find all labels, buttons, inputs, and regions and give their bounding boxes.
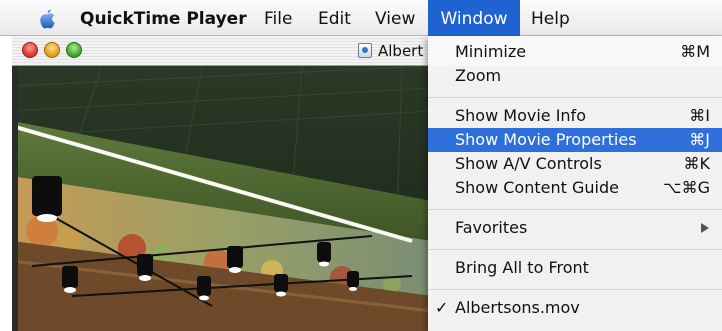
menu-item-shortcut: ⌘J: [689, 130, 710, 149]
menu-item-shortcut: ⌥⌘G: [663, 178, 710, 197]
menu-item-label: Show A/V Controls: [455, 154, 602, 173]
menu-item-label: Albertsons.mov: [455, 298, 580, 317]
close-button[interactable]: [22, 42, 38, 58]
window-menu-dropdown: Minimize ⌘M Zoom Show Movie Info ⌘I Show…: [428, 36, 722, 331]
menu-item-label: Show Movie Properties: [455, 130, 637, 149]
menu-item-label: Zoom: [455, 66, 502, 85]
menu-item-label: Show Content Guide: [455, 178, 619, 197]
menu-item-show-movie-info[interactable]: Show Movie Info ⌘I: [428, 104, 722, 128]
window-title: Albert: [378, 42, 424, 60]
menu-item-label: Show Movie Info: [455, 106, 586, 125]
submenu-arrow-icon: [701, 223, 709, 233]
menu-item-bring-all-to-front[interactable]: Bring All to Front: [428, 256, 722, 280]
menu-item-shortcut: ⌘I: [689, 106, 710, 125]
checkmark-icon: ✓: [435, 298, 449, 317]
menu-item-albertsons-mov[interactable]: ✓ Albertsons.mov: [428, 296, 722, 320]
file-menu[interactable]: File: [264, 0, 292, 36]
help-menu[interactable]: Help: [531, 0, 570, 36]
edit-menu[interactable]: Edit: [318, 0, 351, 36]
apple-icon[interactable]: [36, 8, 58, 30]
document-proxy-icon[interactable]: [358, 43, 372, 58]
menu-item-label: Minimize: [455, 42, 527, 61]
menu-item-minimize[interactable]: Minimize ⌘M: [428, 40, 722, 64]
menu-item-zoom[interactable]: Zoom: [428, 64, 722, 88]
menu-item-label: Favorites: [455, 218, 528, 237]
app-name-menu[interactable]: QuickTime Player: [80, 0, 247, 36]
menu-bar: QuickTime Player File Edit View Window H…: [0, 0, 722, 36]
view-menu[interactable]: View: [375, 0, 415, 36]
menu-separator: [428, 249, 722, 250]
menu-item-favorites[interactable]: Favorites: [428, 216, 722, 240]
menu-item-show-content-guide[interactable]: Show Content Guide ⌥⌘G: [428, 176, 722, 200]
menu-separator: [428, 289, 722, 290]
menu-item-label: Bring All to Front: [455, 258, 589, 277]
zoom-button[interactable]: [66, 42, 82, 58]
menu-item-show-av-controls[interactable]: Show A/V Controls ⌘K: [428, 152, 722, 176]
menu-separator: [428, 97, 722, 98]
menu-separator: [428, 209, 722, 210]
menu-item-shortcut: ⌘M: [680, 42, 710, 61]
menu-item-shortcut: ⌘K: [683, 154, 711, 173]
window-menu-title[interactable]: Window: [428, 0, 520, 36]
minimize-button[interactable]: [44, 42, 60, 58]
menu-item-show-movie-properties[interactable]: Show Movie Properties ⌘J: [428, 128, 722, 152]
